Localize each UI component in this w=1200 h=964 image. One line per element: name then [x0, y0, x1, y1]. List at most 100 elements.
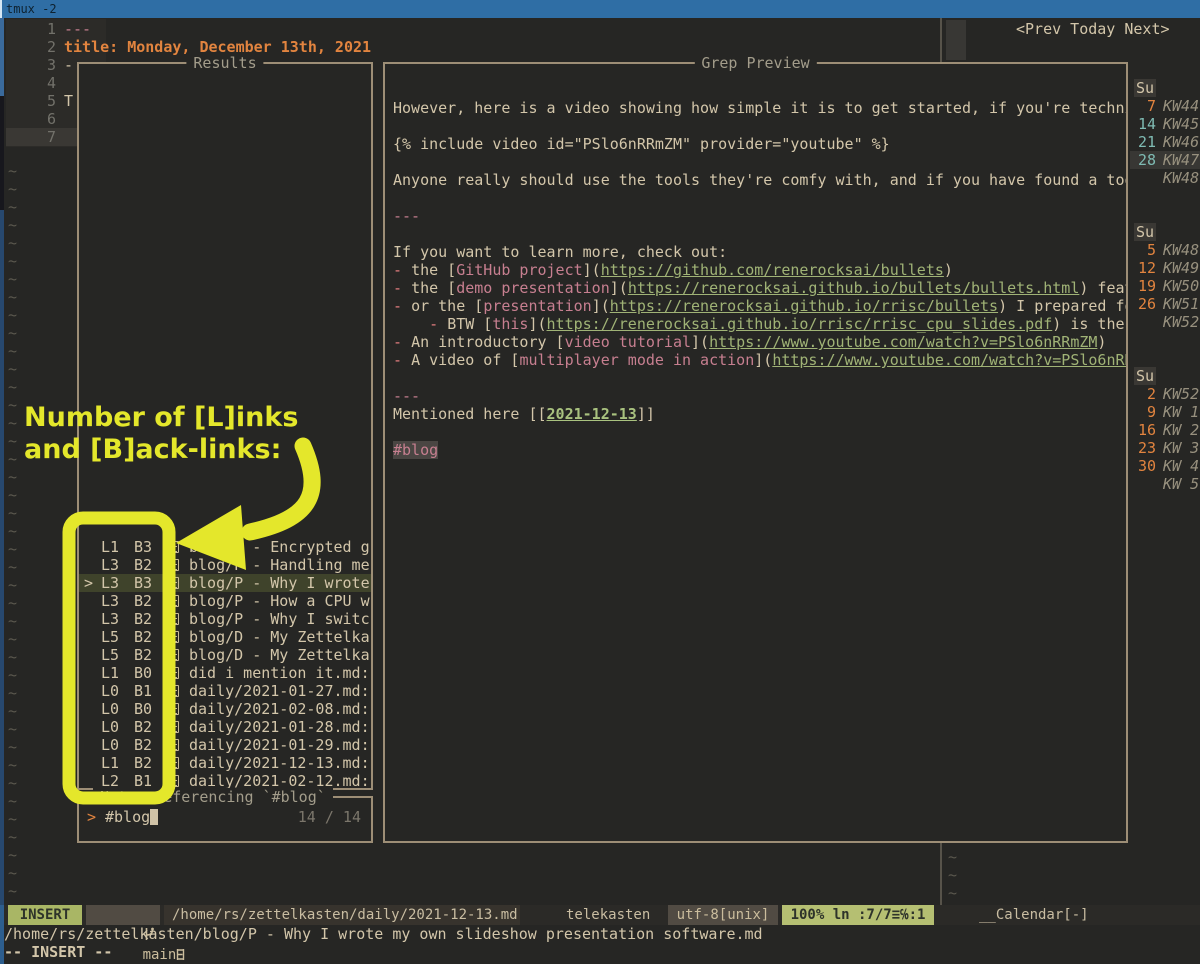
result-filename: blog/P - Handling me: [189, 556, 370, 574]
result-filename: daily/2021-01-29.md:: [189, 736, 370, 754]
calendar-week-row: 23KW 3: [1130, 439, 1200, 457]
grep-segment-fg: Anyone really should use the tools they'…: [393, 171, 1126, 189]
calendar-week-number: KW52: [1163, 313, 1199, 331]
calendar-day[interactable]: 23: [1130, 439, 1156, 457]
result-row[interactable]: L0 B2 daily/2021-01-29.md:: [79, 736, 371, 754]
text-cursor: [150, 809, 158, 825]
calendar-week-row: KW48: [1130, 169, 1200, 187]
grep-segment-pink: ---: [393, 207, 420, 225]
result-row[interactable]: L5B2blog/D - My Zettelka: [79, 628, 371, 646]
plugin-name: telekasten: [566, 905, 650, 925]
calendar-day[interactable]: 9: [1130, 403, 1156, 421]
links-count: L5: [101, 628, 119, 646]
result-row[interactable]: L3B2blog/P - How a CPU w: [79, 592, 371, 610]
calendar-dow-label: Su: [1134, 79, 1156, 97]
result-row[interactable]: L5B2blog/D - My Zettelka: [79, 646, 371, 664]
result-filename: blog/D - My Zettelka: [189, 646, 370, 664]
grep-segment-fg: {% include video id="PSlo6nRRmZM" provid…: [393, 135, 890, 153]
calendar-week-number: KW 2: [1163, 421, 1199, 439]
tilde: ~: [948, 884, 957, 902]
file-icon: [169, 775, 179, 787]
backlinks-count: B1: [134, 682, 152, 700]
grep-preview-title: Grep Preview: [694, 54, 816, 72]
calendar-week-row: 14KW45: [1130, 115, 1200, 133]
backlinks-count: B2: [134, 592, 152, 610]
grep-segment-pink: presentation: [483, 297, 591, 315]
git-branch-segment: main: [86, 905, 160, 925]
grep-segment-fg: the [: [411, 279, 456, 297]
calendar-day[interactable]: 5: [1130, 241, 1156, 259]
links-count: L3: [101, 574, 119, 592]
calendar-day[interactable]: 19: [1130, 277, 1156, 295]
calendar-week-row: 9KW 1: [1130, 403, 1200, 421]
tilde: ~: [948, 848, 957, 866]
result-row[interactable]: L0B2daily/2021-01-28.md:: [79, 718, 371, 736]
grep-line: - BTW [this](https://renerocksai.github.…: [393, 315, 1125, 333]
calendar-day[interactable]: 16: [1130, 421, 1156, 439]
grep-segment-fg: [393, 315, 429, 333]
grep-segment-fg: ](: [610, 279, 628, 297]
grep-line: Mentioned here [[2021-12-13]]: [393, 405, 655, 423]
calendar-day[interactable]: 2: [1130, 385, 1156, 403]
current-file-path: /home/rs/zettelkasten/daily/2021-12-13.m…: [164, 905, 520, 925]
links-count: L2: [101, 772, 119, 788]
result-row[interactable]: L3B2blog/P - Handling me: [79, 556, 371, 574]
grep-segment-url: https://renerocksai.github.io/rrisc/bull…: [610, 297, 998, 315]
prompt-window: Notes referencing `#blog` > #blog 14 / 1…: [77, 796, 373, 843]
calendar-week-number: KW50: [1163, 277, 1199, 295]
backlinks-count: B3: [134, 538, 152, 556]
links-count: L0: [101, 736, 119, 754]
calendar-week-row: 7 KW44: [1130, 97, 1200, 115]
result-row[interactable]: L2B1daily/2021-02-12.md:: [79, 772, 371, 788]
result-row[interactable]: L1B3blog/P - Encrypted g: [79, 538, 371, 556]
grep-segment-fg: ) feat: [1079, 279, 1126, 297]
grep-line: {% include video id="PSlo6nRRmZM" provid…: [393, 135, 890, 153]
command-line-mode: -- INSERT --: [4, 943, 112, 961]
file-icon: [169, 631, 179, 643]
echo-message-filepath: /home/rs/zettelkasten/blog/P - Why I wro…: [4, 925, 763, 943]
calendar-day[interactable]: 21: [1130, 133, 1156, 151]
grep-segment-fg: ](: [528, 315, 546, 333]
result-row[interactable]: L1B2daily/2021-12-13.md:: [79, 754, 371, 772]
result-row[interactable]: L1B0did i mention it.md:: [79, 664, 371, 682]
grep-segment-fg: However, here is a video showing how sim…: [393, 99, 1126, 117]
calendar-week-number: KW48: [1163, 169, 1199, 187]
calendar-day[interactable]: 28: [1130, 151, 1156, 169]
calendar-nav-buttons[interactable]: <Prev Today Next>: [1016, 20, 1170, 38]
results-list[interactable]: L1B3blog/P - Encrypted gL3B2blog/P - Han…: [79, 64, 371, 788]
result-row[interactable]: L0B0daily/2021-02-08.md:: [79, 700, 371, 718]
calendar-day[interactable]: 12: [1130, 259, 1156, 277]
result-row[interactable]: L3B2blog/P - Why I switc: [79, 610, 371, 628]
backlinks-count: B2: [134, 736, 152, 754]
grep-segment-fg: An introductory [: [411, 333, 565, 351]
calendar-week-number: KW44: [1163, 97, 1199, 115]
grep-line: If you want to learn more, check out:: [393, 243, 727, 261]
grep-segment-fg: ](: [691, 333, 709, 351]
calendar-day[interactable]: 30: [1130, 457, 1156, 475]
calendar-day[interactable]: 26: [1130, 295, 1156, 313]
grep-line: ---: [393, 387, 420, 405]
result-row[interactable]: L0B1daily/2021-01-27.md:: [79, 682, 371, 700]
calendar-week-row: 30 KW 4: [1130, 457, 1200, 475]
cursor-position: 100% ln :7/7≡℅:1: [782, 905, 934, 925]
grep-segment-fg: or the [: [411, 297, 483, 315]
calendar-week-number: KW 4: [1163, 457, 1199, 475]
calendar-week-number: KW52: [1163, 385, 1199, 403]
calendar-dow-label: Su: [1134, 367, 1156, 385]
grep-segment-fg: ](: [592, 297, 610, 315]
grep-segment-tag: #blog: [393, 441, 438, 459]
result-filename: blog/P - How a CPU w: [189, 592, 370, 610]
grep-preview-window[interactable]: Grep Preview However, here is a video sh…: [383, 62, 1128, 843]
calendar-day[interactable]: 7: [1130, 97, 1156, 115]
grep-line: - An introductory [video tutorial](https…: [393, 333, 1106, 351]
result-row[interactable]: >L3B3blog/P - Why I wrote: [79, 574, 371, 592]
calendar-week-number: KW48: [1163, 241, 1199, 259]
file-icon: [169, 739, 179, 751]
grep-line: Anyone really should use the tools they'…: [393, 171, 1126, 189]
backlinks-count: B3: [134, 574, 152, 592]
grep-segment-red: -: [429, 315, 447, 333]
links-count: L1: [101, 664, 119, 682]
calendar-week-row: 28KW47: [1130, 151, 1200, 169]
grep-segment-red: -: [393, 297, 411, 315]
calendar-day[interactable]: 14: [1130, 115, 1156, 133]
